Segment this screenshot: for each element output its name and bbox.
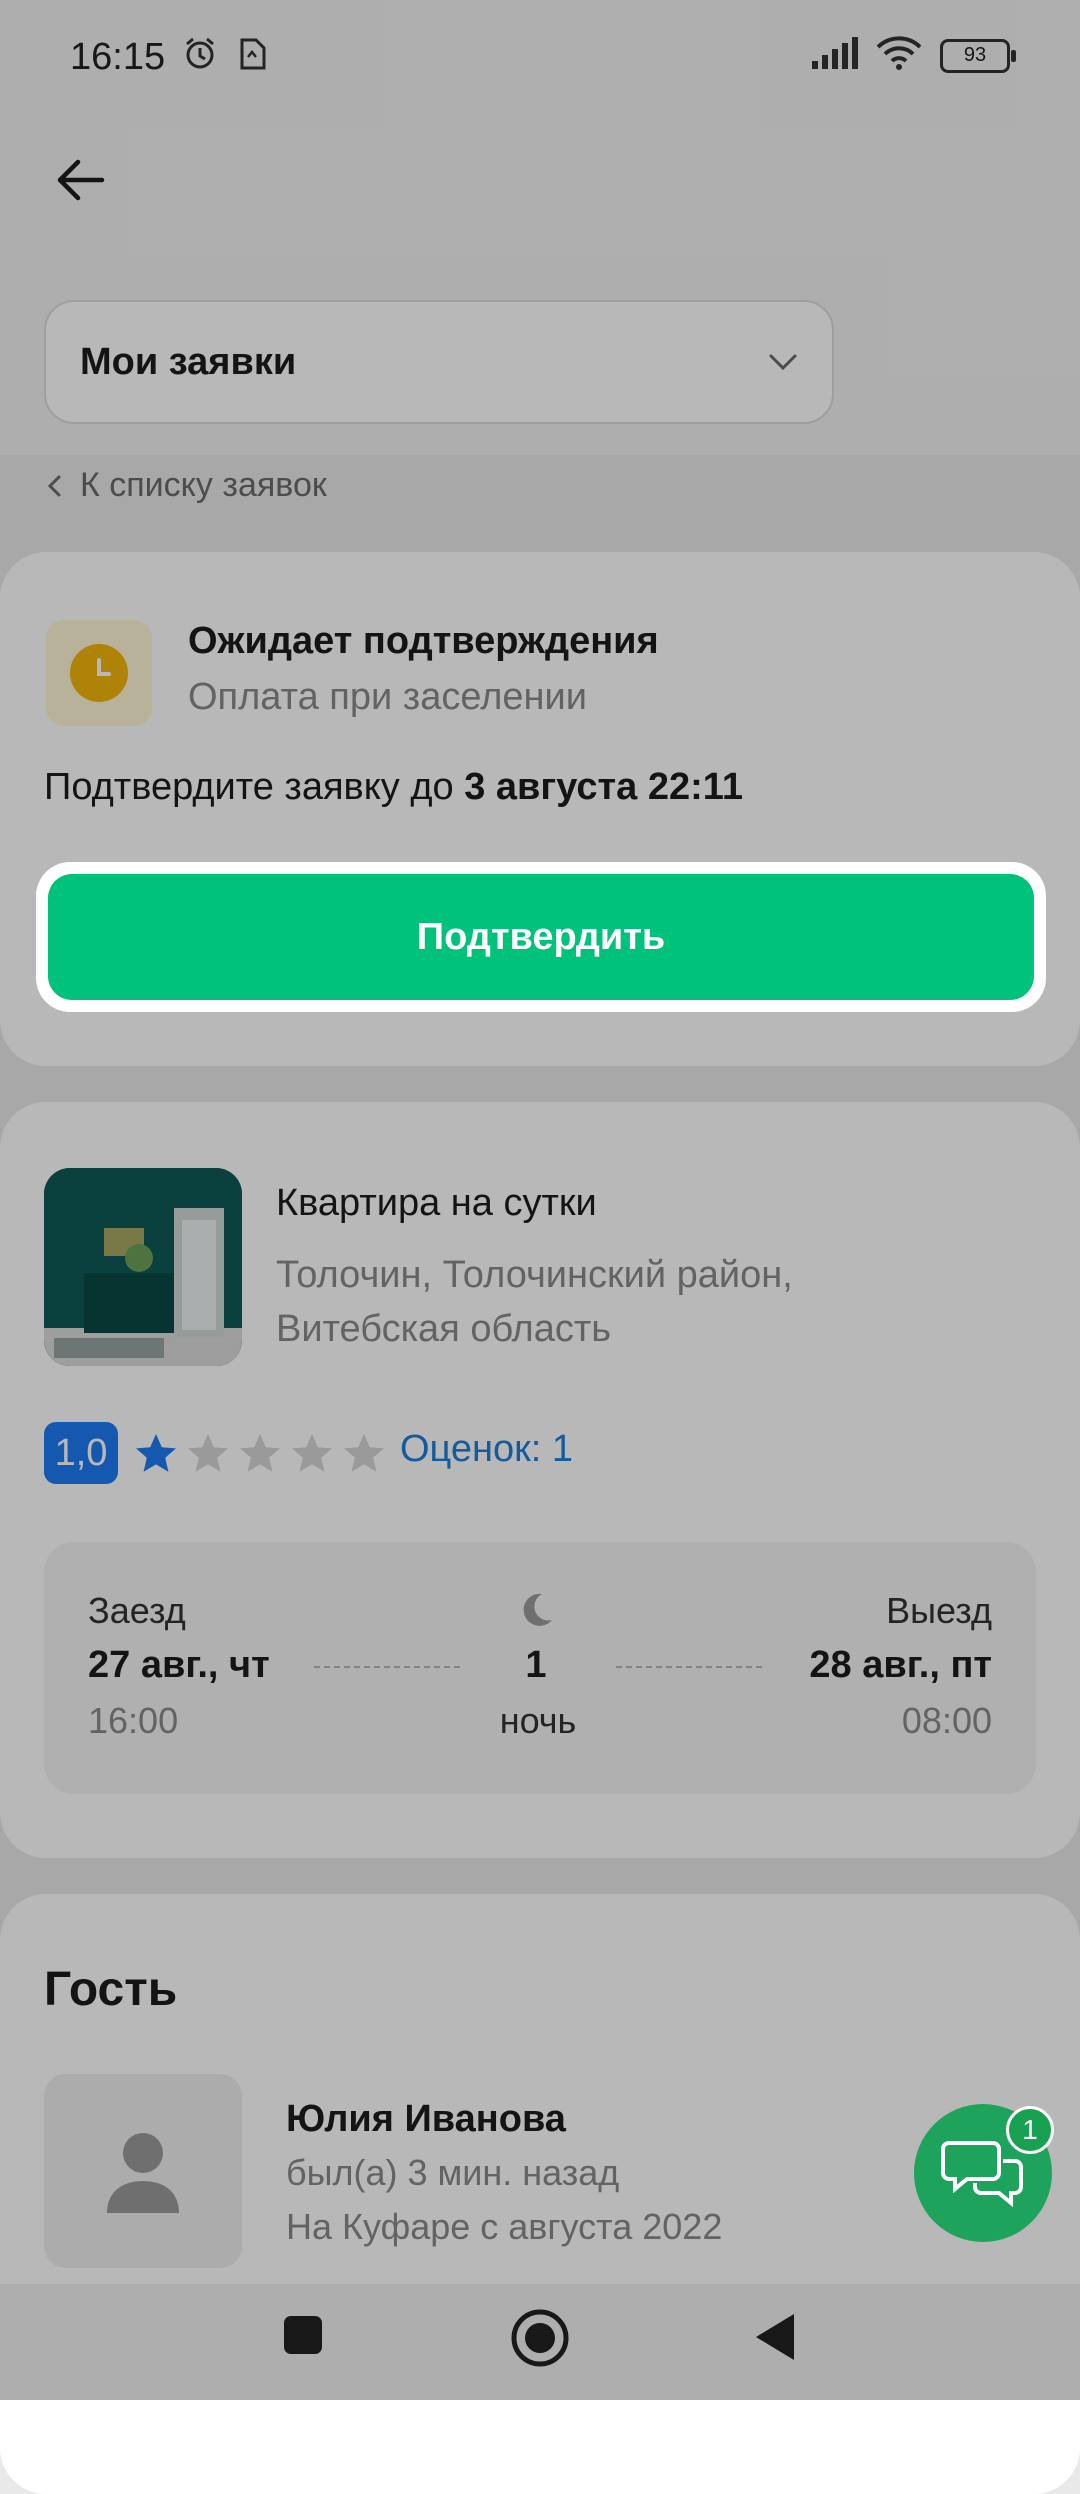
back-to-list-label: К списку заявок — [80, 466, 327, 504]
requests-dropdown[interactable]: Мои заявки — [44, 300, 834, 424]
rating-badge: 1,0 — [44, 1422, 118, 1484]
moon-icon — [516, 1590, 556, 1635]
address-line-1: Толочин, Толочинский район, — [276, 1254, 793, 1296]
checkout-label: Выезд — [886, 1590, 992, 1631]
checkin-date: 27 авг., чт — [88, 1644, 270, 1686]
guest-last-seen: был(а) 3 мин. назад — [286, 2152, 620, 2193]
chat-bubbles-icon — [941, 2141, 1023, 2208]
checkin-label: Заезд — [88, 1590, 186, 1631]
clock-icon — [70, 644, 128, 702]
battery-level: 93 — [963, 44, 987, 66]
status-icon-box — [46, 620, 152, 726]
guest-avatar[interactable] — [44, 2074, 242, 2268]
alarm-icon — [182, 36, 218, 82]
star-icon-empty — [292, 1434, 332, 1472]
guest-member-since: На Куфаре с августа 2022 — [286, 2206, 723, 2247]
arrow-left-icon — [57, 159, 105, 201]
checkin-time: 16:00 — [88, 1700, 179, 1741]
nav-back-button[interactable] — [752, 2312, 796, 2367]
listing-title[interactable]: Квартира на сутки — [276, 1182, 597, 1225]
back-button[interactable] — [40, 140, 120, 220]
status-time-text: 16:15 — [70, 36, 166, 79]
checkout-time: 08:00 — [901, 1700, 992, 1741]
system-nav-bar — [0, 2284, 1080, 2400]
sim-icon — [236, 37, 268, 81]
star-icon-empty — [344, 1434, 384, 1472]
chevron-down-icon — [769, 354, 797, 371]
home-circle-icon — [511, 2309, 569, 2367]
address-line-2: Витебская область — [276, 1308, 612, 1350]
rating-stars — [132, 1430, 388, 1478]
confirm-deadline: 3 августа 22:11 — [464, 766, 743, 808]
confirm-prefix: Подтвердите заявку до — [44, 766, 465, 808]
dash-divider-left — [314, 1666, 460, 1668]
back-to-list-link[interactable]: К списку заявок — [46, 466, 327, 505]
status-title: Ожидает подтверждения — [188, 620, 659, 662]
nights-label: ночь — [499, 1700, 577, 1741]
star-icon-filled — [136, 1434, 176, 1472]
guest-name[interactable]: Юлия Иванова — [286, 2098, 566, 2141]
wifi-icon — [876, 36, 922, 75]
dropdown-label: Мои заявки — [80, 340, 297, 383]
user-icon — [107, 2133, 179, 2213]
chevron-left-icon — [47, 475, 61, 496]
dash-divider-right — [616, 1666, 762, 1668]
listing-photo[interactable] — [44, 1168, 242, 1366]
dates-box: Заезд 27 авг., чт 16:00 1 ночь Выезд 28 … — [44, 1542, 1036, 1794]
guest-heading: Гость — [44, 1963, 178, 2016]
confirm-deadline-text: Подтвердите заявку до 3 августа 22:11 — [44, 766, 743, 809]
reviews-link[interactable]: Оценок: 1 — [400, 1428, 573, 1471]
chat-unread-badge: 1 — [1006, 2106, 1054, 2154]
status-time: 16:15 — [70, 36, 268, 82]
nights-count: 1 — [525, 1644, 547, 1686]
battery-icon: 93 — [940, 38, 1016, 73]
signal-icon — [810, 37, 858, 74]
star-icon-empty — [240, 1434, 280, 1472]
home-button[interactable] — [510, 2308, 570, 2373]
status-subtitle: Оплата при заселении — [188, 676, 587, 718]
status-icons: 93 — [810, 36, 1016, 75]
confirm-button-highlighted[interactable]: Подтвердить — [48, 874, 1034, 1000]
square-icon — [284, 2316, 322, 2354]
star-icon-empty — [188, 1434, 228, 1472]
checkout-date: 28 авг., пт — [809, 1644, 992, 1686]
confirm-button-spotlight: Подтвердить — [36, 862, 1046, 1012]
triangle-back-icon — [756, 2314, 794, 2360]
recents-button[interactable] — [282, 2314, 324, 2361]
listing-address: Толочин, Толочинский район, Витебская об… — [276, 1248, 936, 1356]
